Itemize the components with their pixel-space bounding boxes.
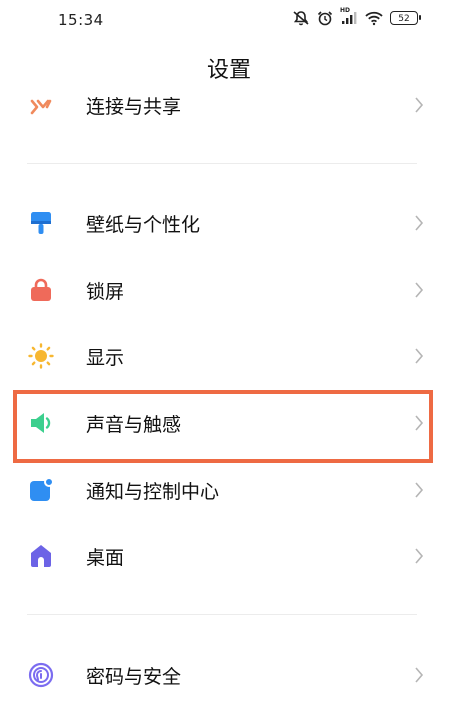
settings-item-home-screen[interactable]: 桌面 — [0, 523, 458, 589]
hd-label: HD — [340, 7, 351, 14]
settings-item-lock-screen[interactable]: 锁屏 — [0, 257, 458, 323]
signal-icon: HD — [340, 7, 358, 26]
chevron-right-icon — [415, 667, 424, 683]
status-time: 15:34 — [58, 11, 104, 29]
fingerprint-icon — [28, 662, 54, 688]
wifi-icon — [365, 11, 383, 26]
settings-item-connection-share[interactable]: 连接与共享 — [0, 72, 458, 138]
chevron-right-icon — [415, 348, 424, 364]
connection-share-icon — [30, 99, 52, 115]
settings-item-label: 显示 — [86, 347, 125, 369]
chevron-right-icon — [415, 215, 424, 231]
divider — [27, 614, 417, 615]
settings-item-label: 壁纸与个性化 — [86, 214, 201, 236]
status-icons: HD 52 — [292, 7, 421, 26]
settings-item-label: 锁屏 — [86, 281, 125, 303]
settings-item-label: 密码与安全 — [86, 666, 182, 688]
chevron-right-icon — [415, 548, 424, 564]
status-bar: 15:34 HD 52 — [0, 0, 458, 40]
chevron-right-icon — [415, 282, 424, 298]
settings-item-display[interactable]: 显示 — [0, 323, 458, 389]
alarm-icon — [317, 11, 333, 26]
sun-icon — [28, 343, 54, 369]
settings-item-password-security[interactable]: 密码与安全 — [0, 642, 458, 708]
wallpaper-icon — [31, 212, 51, 234]
battery-icon: 52 — [390, 11, 421, 25]
divider — [27, 163, 417, 164]
mute-vibrate-icon — [293, 11, 309, 26]
home-icon — [31, 545, 51, 567]
settings-item-label: 桌面 — [86, 547, 125, 569]
settings-item-notification-control[interactable]: 通知与控制中心 — [0, 457, 458, 523]
notification-icon — [30, 477, 54, 501]
highlight-box — [13, 390, 433, 463]
chevron-right-icon — [415, 97, 424, 113]
lock-icon — [31, 278, 51, 301]
settings-item-label: 连接与共享 — [86, 96, 182, 118]
settings-item-wallpaper[interactable]: 壁纸与个性化 — [0, 190, 458, 256]
settings-item-label: 通知与控制中心 — [86, 481, 220, 503]
chevron-right-icon — [415, 482, 424, 498]
